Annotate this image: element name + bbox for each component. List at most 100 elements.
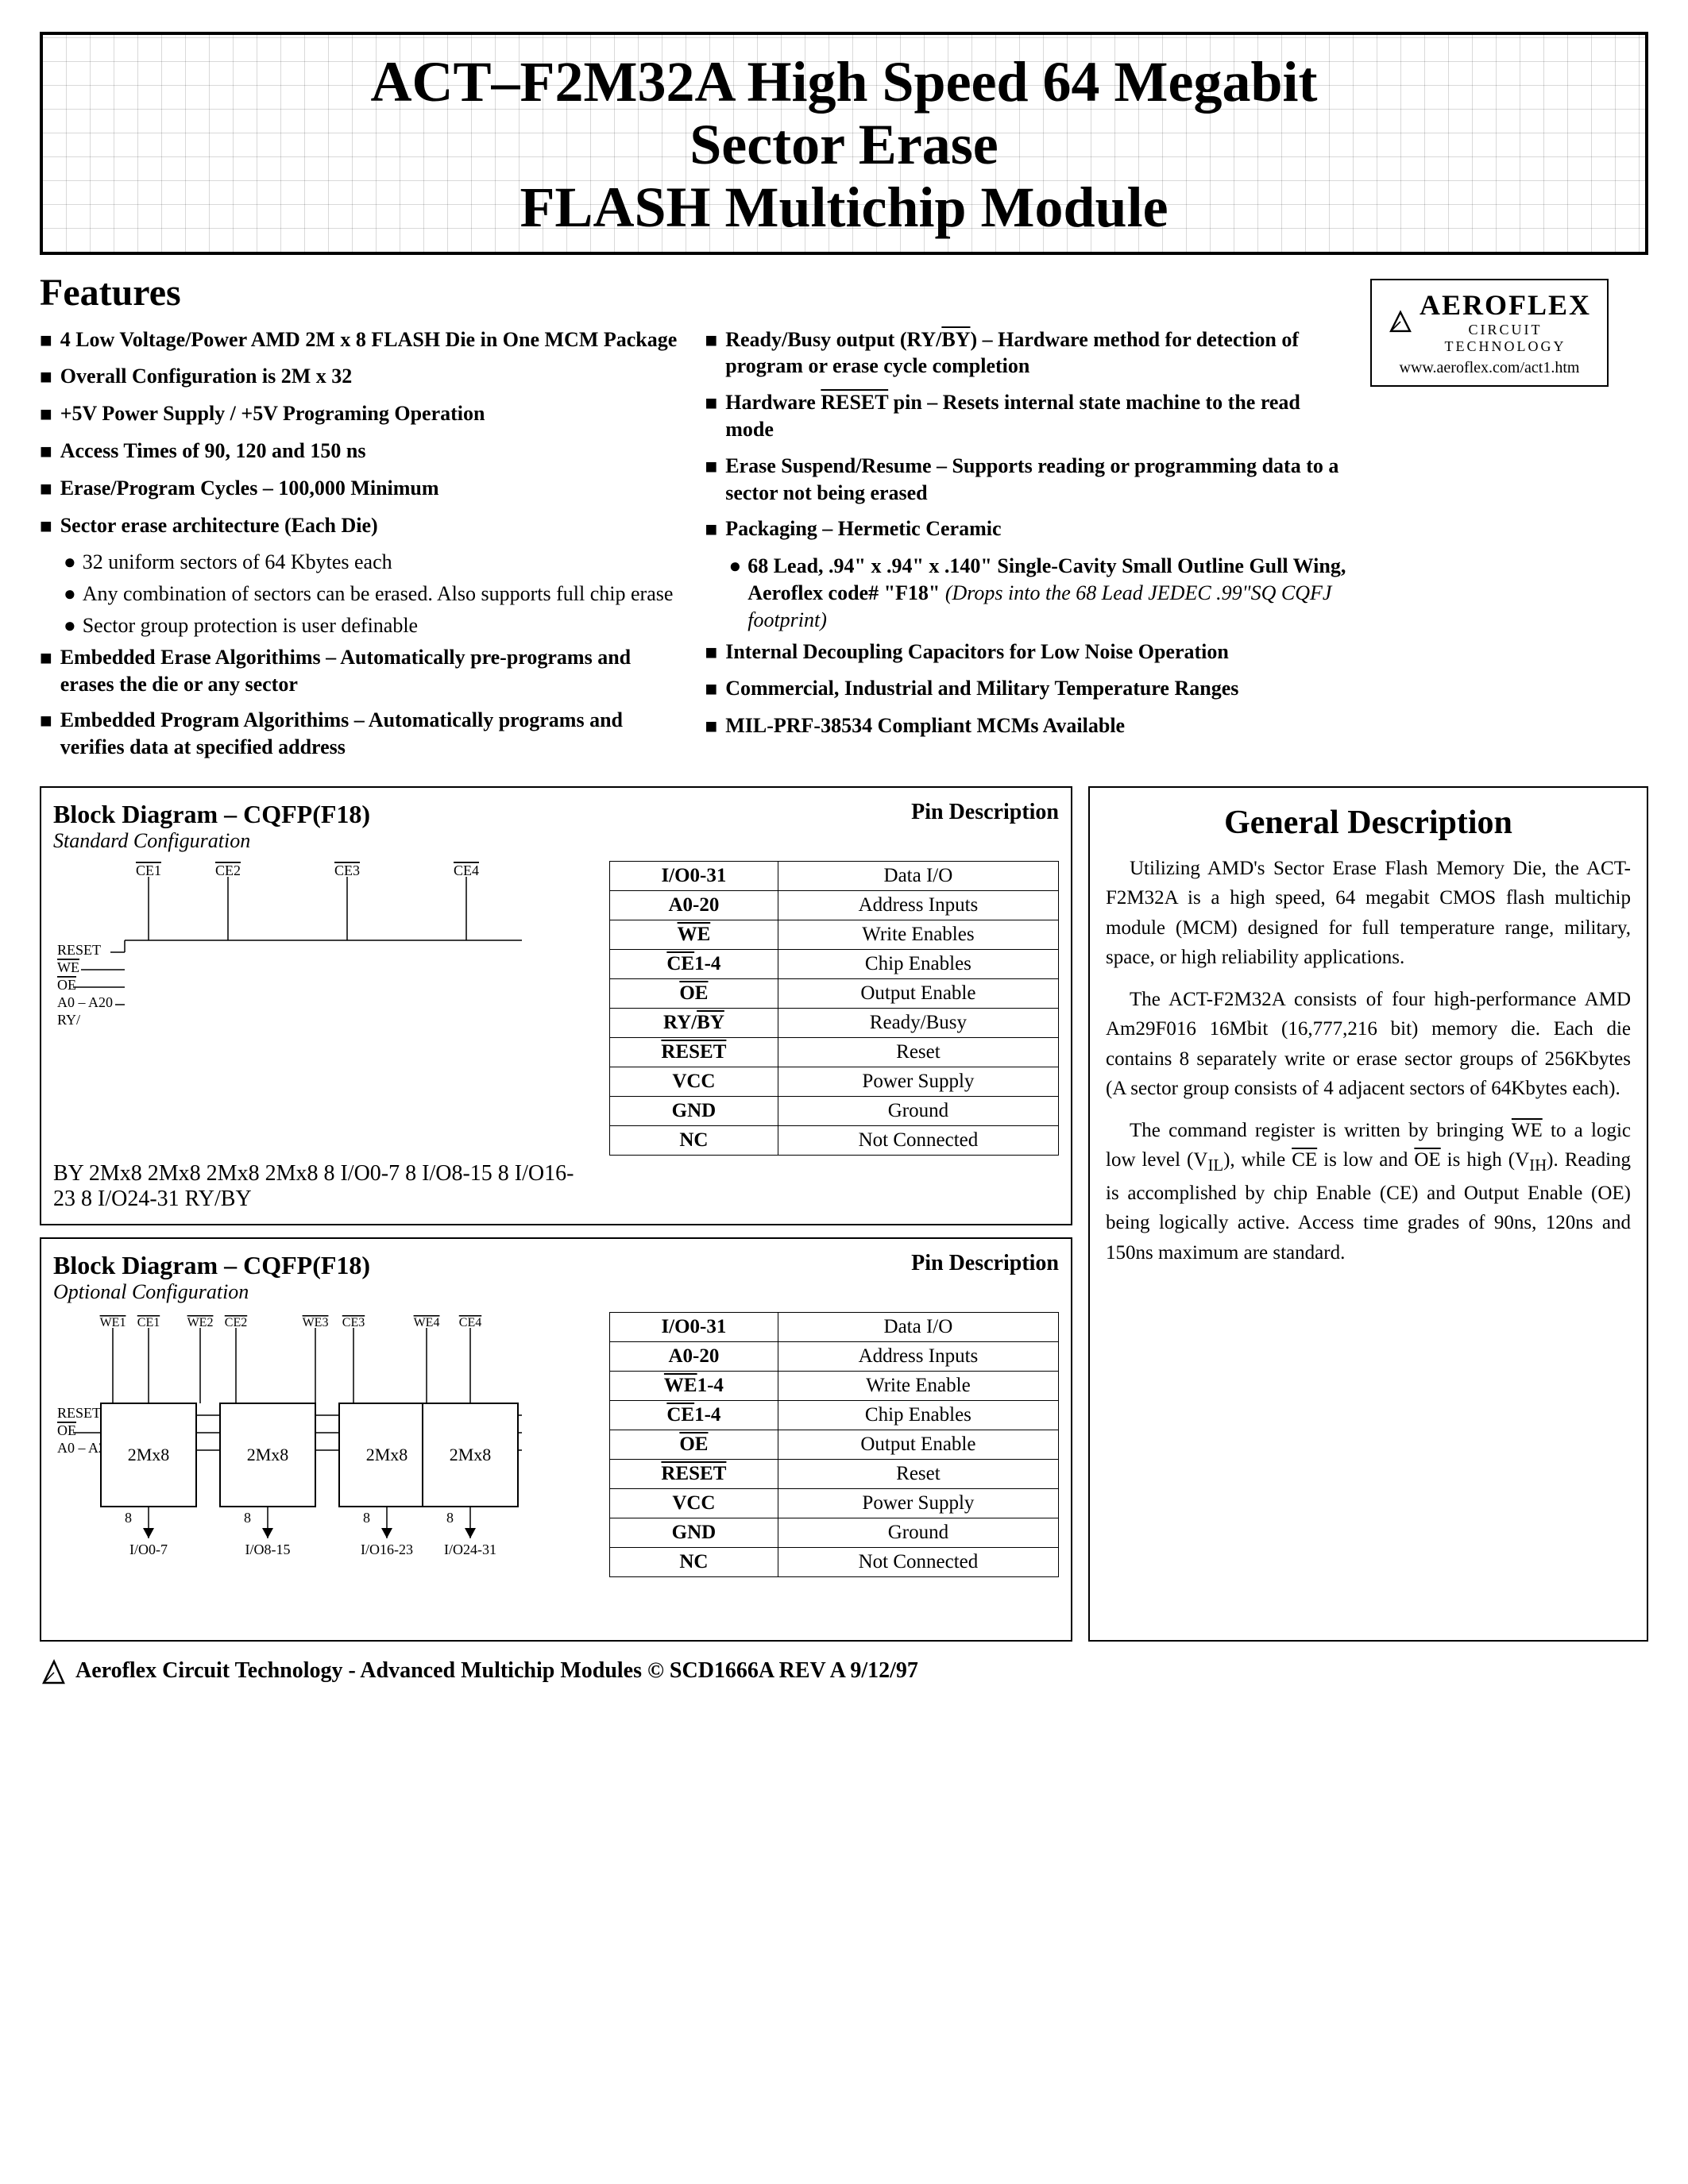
block-diagram-1-subtitle: Standard Configuration [53, 829, 370, 853]
we2-label: WE2 [187, 1316, 214, 1329]
features-right-col: ■ Ready/Busy output (RY/BY) – Hardware m… [705, 326, 1347, 770]
feature-item: ■ 4 Low Voltage/Power AMD 2M x 8 FLASH D… [40, 326, 682, 354]
bullet-icon: ■ [40, 438, 52, 465]
pin-desc: Power Supply [778, 1488, 1058, 1518]
pin-name: VCC [610, 1067, 778, 1096]
general-description: General Description Utilizing AMD's Sect… [1088, 786, 1648, 1642]
pin-table-1: I/O0-31 Data I/O A0-20 Address Inputs WE… [609, 861, 1059, 1156]
pin-name: RESET [610, 1459, 778, 1488]
pin-name: CE1-4 [610, 949, 778, 978]
footer-text: Aeroflex Circuit Technology - Advanced M… [75, 1658, 918, 1684]
sub-feature-text: Any combination of sectors can be erased… [83, 581, 674, 608]
bullet-icon: ■ [705, 713, 718, 740]
bullet-icon: ■ [40, 645, 52, 672]
table-row: I/O0-31 Data I/O [610, 861, 1059, 890]
bullet-icon: ■ [705, 676, 718, 703]
io-label-4: I/O24-31 [98, 1187, 180, 1211]
logo-box: AEROFLEX CIRCUIT TECHNOLOGY www.aeroflex… [1370, 279, 1609, 387]
block-diagram-2-title-area: Block Diagram – CQFP(F18) Optional Confi… [53, 1251, 370, 1304]
diagram-2-content: WE1 CE1 WE2 CE2 WE3 CE3 WE4 CE4 [53, 1312, 1059, 1628]
arrow-opt-2 [262, 1528, 273, 1538]
feature-item: ■ Overall Configuration is 2M x 32 [40, 363, 682, 391]
table-row: NC Not Connected [610, 1125, 1059, 1155]
bit-opt-4: 8 [446, 1510, 454, 1526]
feature-text: Ready/Busy output (RY/BY) – Hardware met… [725, 326, 1346, 380]
feature-text: Access Times of 90, 120 and 150 ns [60, 438, 682, 465]
io-opt-4: I/O24-31 [444, 1542, 496, 1557]
oe-opt-label: OE [57, 1422, 76, 1438]
block-diagram-1-title: Block Diagram – CQFP(F18) [53, 800, 370, 829]
bullet-icon: ■ [40, 364, 52, 391]
chip3-label: 2Mx8 [207, 1161, 260, 1186]
bullet-icon: ■ [705, 390, 718, 417]
ce4-opt-label: CE4 [459, 1316, 481, 1329]
arrow-4: I/O24-31 RY/BY [98, 1187, 252, 1211]
diagram-2-svg-area: WE1 CE1 WE2 CE2 WE3 CE3 WE4 CE4 [53, 1312, 593, 1628]
pin-name: GND [610, 1518, 778, 1547]
title-text: ACT–F2M32A High Speed 64 Megabit Sector … [67, 51, 1621, 240]
feature-item: ■ Commercial, Industrial and Military Te… [705, 675, 1347, 703]
bit-label-1: 8 [323, 1161, 334, 1186]
arrow-opt-1 [143, 1528, 154, 1538]
logo-url: www.aeroflex.com/act1.htm [1388, 359, 1591, 377]
feature-text: Erase/Program Cycles – 100,000 Minimum [60, 475, 682, 502]
sub-feature: ● Sector group protection is user defina… [64, 612, 682, 639]
general-desc-para3: The command register is written by bring… [1106, 1116, 1631, 1268]
table-row: VCC Power Supply [610, 1067, 1059, 1096]
table-row: GND Ground [610, 1096, 1059, 1125]
bullet-icon: ■ [40, 513, 52, 540]
sub-feature-text: 68 Lead, .94" x .94" x .140" Single-Cavi… [747, 553, 1346, 633]
logo-subtitle: CIRCUIT TECHNOLOGY [1420, 322, 1591, 355]
pin-name: OE [610, 978, 778, 1008]
bit-label-3: 8 [498, 1161, 509, 1186]
bit-opt-2: 8 [244, 1510, 251, 1526]
table-row: WE Write Enables [610, 920, 1059, 949]
pin-desc: Ground [778, 1096, 1058, 1125]
bullet-icon: ■ [705, 453, 718, 480]
pin-desc: Data I/O [778, 861, 1058, 890]
pin-table-2-area: I/O0-31 Data I/O A0-20 Address Inputs WE… [609, 1312, 1059, 1628]
pin-desc: Output Enable [778, 978, 1058, 1008]
pin-desc: Chip Enables [778, 1400, 1058, 1430]
pin-desc: Address Inputs [778, 1341, 1058, 1371]
ryby-text: RY/BY [185, 1187, 252, 1211]
pin-desc: Ready/Busy [778, 1008, 1058, 1037]
pin-name: RESET [610, 1037, 778, 1067]
feature-text: MIL-PRF-38534 Compliant MCMs Available [725, 712, 1346, 739]
ryby-label: RY/ [57, 1012, 80, 1028]
pin-desc: Write Enables [778, 920, 1058, 949]
io-opt-3: I/O16-23 [361, 1542, 413, 1557]
feature-text: +5V Power Supply / +5V Programing Operat… [60, 400, 682, 427]
pin-table-1-area: I/O0-31 Data I/O A0-20 Address Inputs WE… [609, 861, 1059, 1212]
features-heading: Features [40, 271, 1346, 314]
pin-desc: Data I/O [778, 1312, 1058, 1341]
pin-name: WE [610, 920, 778, 949]
general-desc-para2: The ACT-F2M32A consists of four high-per… [1106, 985, 1631, 1104]
table-row: WE1-4 Write Enable [610, 1371, 1059, 1400]
feature-text: Overall Configuration is 2M x 32 [60, 363, 682, 390]
we4-label: WE4 [414, 1316, 440, 1329]
logo-container: AEROFLEX CIRCUIT TECHNOLOGY www.aeroflex… [1346, 271, 1648, 770]
block-diagram-2: Block Diagram – CQFP(F18) Optional Confi… [40, 1237, 1072, 1642]
pin-name: WE1-4 [610, 1371, 778, 1400]
features-left-col: ■ 4 Low Voltage/Power AMD 2M x 8 FLASH D… [40, 326, 682, 770]
block-diagram-1: Block Diagram – CQFP(F18) Standard Confi… [40, 786, 1072, 1225]
bit-label-4: 8 [81, 1187, 92, 1211]
block-diagram-1-header: Block Diagram – CQFP(F18) Standard Confi… [53, 800, 1059, 853]
feature-item: ■ Access Times of 90, 120 and 150 ns [40, 438, 682, 465]
reset-label: RESET [57, 942, 101, 958]
footer: Aeroflex Circuit Technology - Advanced M… [40, 1657, 1648, 1685]
feature-item: ■ +5V Power Supply / +5V Programing Oper… [40, 400, 682, 428]
feature-item: ■ Sector erase architecture (Each Die) [40, 512, 682, 540]
ce3-label: CE3 [334, 862, 360, 878]
block-diagram-2-header: Block Diagram – CQFP(F18) Optional Confi… [53, 1251, 1059, 1304]
feature-text: Sector erase architecture (Each Die) [60, 512, 682, 539]
bullet-icon: ■ [40, 327, 52, 354]
bullet-icon: ■ [705, 639, 718, 666]
feature-text: 4 Low Voltage/Power AMD 2M x 8 FLASH Die… [60, 326, 682, 353]
sub-bullet-icon: ● [64, 549, 76, 576]
ce1-opt-label: CE1 [137, 1316, 160, 1329]
sub-feature-text: 32 uniform sectors of 64 Kbytes each [83, 549, 392, 576]
pin-name: A0-20 [610, 1341, 778, 1371]
ce3-opt-label: CE3 [342, 1316, 365, 1329]
